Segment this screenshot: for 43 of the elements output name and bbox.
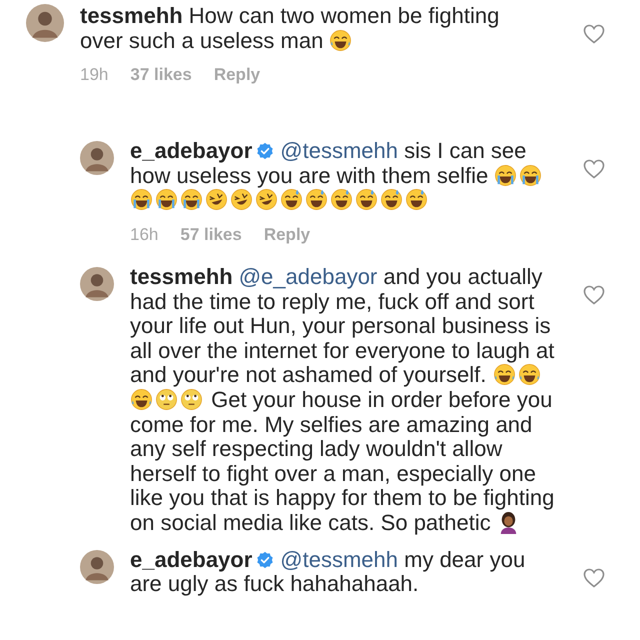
avatar[interactable] bbox=[80, 550, 114, 584]
avatar[interactable] bbox=[80, 141, 114, 176]
sweat-smile-emoji-icon bbox=[405, 188, 428, 212]
username-link[interactable]: tessmehh bbox=[130, 264, 233, 289]
rolling-laughing-emoji-icon bbox=[255, 188, 278, 212]
sweat-smile-emoji-icon bbox=[355, 188, 378, 212]
sweat-smile-emoji-icon bbox=[305, 188, 328, 212]
laughing-emoji-icon bbox=[492, 363, 516, 386]
avatar[interactable] bbox=[80, 266, 114, 301]
sweat-smile-emoji-icon bbox=[380, 188, 403, 212]
comment-text: e_adebayor @tessmehh my dear you are ugly as fuck hahahahaah. bbox=[130, 548, 526, 597]
verified-badge-icon bbox=[256, 142, 274, 160]
rolling-laughing-emoji-icon bbox=[205, 188, 228, 212]
avatar[interactable] bbox=[26, 4, 64, 42]
sweat-smile-emoji-icon bbox=[330, 188, 353, 212]
verified-badge-icon bbox=[256, 550, 274, 568]
rolling-laughing-emoji-icon bbox=[230, 188, 253, 212]
like-heart-icon[interactable] bbox=[582, 566, 606, 590]
like-heart-icon[interactable] bbox=[582, 157, 606, 182]
mention-link[interactable]: @e_adebayor bbox=[238, 264, 378, 289]
comment-time: 16h bbox=[130, 224, 158, 245]
username-link[interactable]: e_adebayor bbox=[130, 138, 252, 164]
eye-roll-emoji-icon bbox=[155, 388, 178, 411]
mention-link[interactable]: @tessmehh bbox=[280, 546, 398, 572]
crying-emoji-icon bbox=[130, 188, 153, 212]
crying-emoji-icon bbox=[494, 164, 518, 187]
username-link[interactable]: tessmehh bbox=[80, 3, 183, 28]
laughing-emoji-icon bbox=[518, 363, 541, 386]
laughing-emoji-icon bbox=[130, 388, 153, 411]
mention-link[interactable]: @tessmehh bbox=[280, 138, 398, 164]
crying-emoji-icon bbox=[180, 188, 203, 212]
comment-text: e_adebayor @tessmehh sis I can see how useless you are with them selfie bbox=[130, 139, 562, 213]
eye-roll-emoji-icon bbox=[180, 388, 203, 411]
sweat-smile-emoji-icon bbox=[280, 188, 303, 212]
laughing-emoji-icon bbox=[329, 28, 352, 52]
like-heart-icon[interactable] bbox=[582, 22, 606, 46]
username-link[interactable]: e_adebayor bbox=[130, 546, 252, 572]
like-heart-icon[interactable] bbox=[582, 282, 606, 307]
crying-emoji-icon bbox=[519, 164, 542, 187]
comment-text: tessmehh @e_adebayor and you actually had the time to reply me, fuck off and sort your life out Hun, your personal business is all over the internet for everyone to laugh at and your're not ashamed of yourself. Get your house in order before you come for me. My selfies are amazing and any self respecting lady wouldn't allow herself to fight over a man, especially one like you that is happy for them to be fighting on social media like cats. So pathetic bbox=[130, 264, 556, 536]
crying-emoji-icon bbox=[155, 188, 178, 212]
comment-text: tessmehh How can two women be fighting over such a useless man bbox=[80, 4, 500, 54]
comment-time: 19h bbox=[80, 65, 108, 86]
